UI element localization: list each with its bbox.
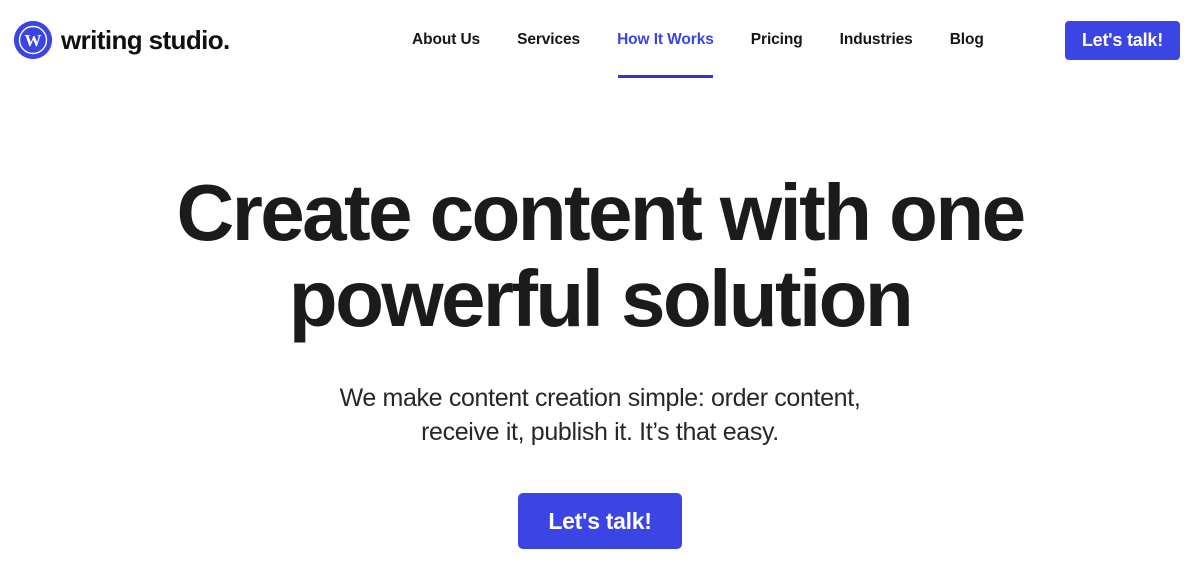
nav-item-industries[interactable]: Industries <box>840 29 913 78</box>
hero-title-line-1: Create content with one <box>176 168 1027 257</box>
svg-text:W: W <box>25 31 42 50</box>
hero-subtitle: We make content creation simple: order c… <box>320 381 880 449</box>
nav-item-pricing[interactable]: Pricing <box>751 29 803 78</box>
nav-item-services[interactable]: Services <box>517 29 580 78</box>
nav-item-how-it-works[interactable]: How It Works <box>617 29 714 78</box>
hero-subtitle-line-2: receive it, publish it. It’s that easy. <box>421 418 779 446</box>
brand-wordmark: writing studio. <box>61 25 230 55</box>
w-circle-logo-icon: W <box>14 21 52 59</box>
hero-lets-talk-button[interactable]: Let's talk! <box>518 493 682 549</box>
hero-subtitle-line-1: We make content creation simple: order c… <box>339 384 861 412</box>
main-navigation: About Us Services How It Works Pricing I… <box>412 29 984 78</box>
hero-cta-container: Let's talk! <box>0 493 1200 549</box>
hero-section: Create content with one powerful solutio… <box>0 82 1200 549</box>
nav-item-blog[interactable]: Blog <box>950 29 984 78</box>
hero-title-line-2: powerful solution <box>288 254 914 343</box>
page-root: W writing studio. About Us Services How … <box>0 0 1200 565</box>
header-lets-talk-button[interactable]: Let's talk! <box>1064 21 1180 60</box>
brand-logo-link[interactable]: W writing studio. <box>14 21 230 59</box>
nav-item-about-us[interactable]: About Us <box>412 29 480 78</box>
site-header: W writing studio. About Us Services How … <box>0 0 1200 82</box>
hero-title: Create content with one powerful solutio… <box>170 170 1030 342</box>
